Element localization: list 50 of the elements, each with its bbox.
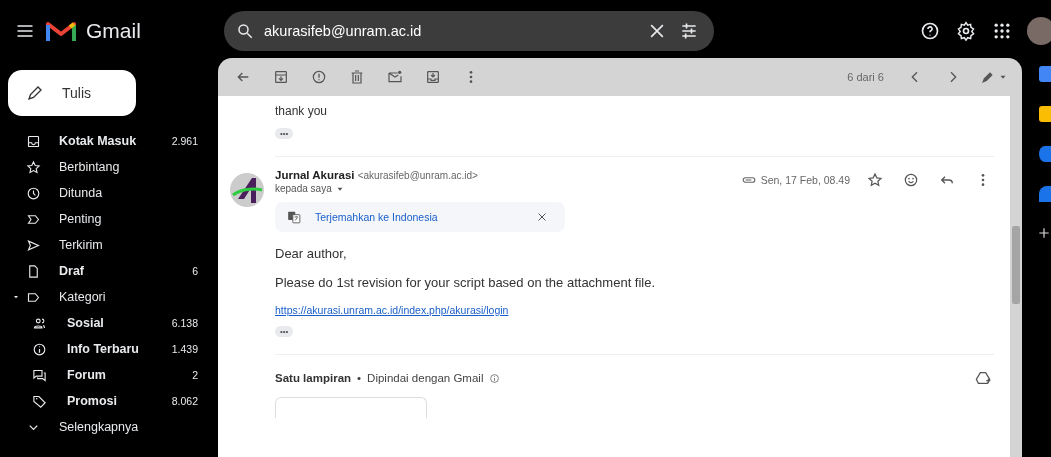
previous-message-text: thank you (275, 104, 329, 118)
forum-icon (32, 367, 47, 383)
star-icon (26, 159, 41, 175)
translate-link[interactable]: Terjemahkan ke Indonesia (315, 211, 517, 223)
show-trimmed-button[interactable]: ••• (275, 326, 294, 337)
recipient-dropdown[interactable]: kepada saya (275, 183, 742, 194)
sidebar-item[interactable]: Promosi 8.062 (0, 388, 218, 414)
tag-icon (32, 393, 47, 409)
envelope-logo-icon (46, 19, 76, 43)
avatar[interactable] (1027, 17, 1051, 45)
message-date: Sen, 17 Feb, 08.49 (760, 174, 850, 186)
sidebar-item[interactable]: Info Terbaru 1.439 (0, 336, 218, 362)
sidebar-item[interactable]: Selengkapnya (0, 414, 218, 440)
search-field[interactable]: akurasifeb@unram.ac.id (224, 11, 714, 51)
attachment-thumbnail[interactable] (275, 397, 427, 418)
compose-button[interactable]: Tulis (8, 70, 136, 116)
login-link[interactable]: https://akurasi.unram.ac.id/index.php/akurasi/login (275, 304, 994, 316)
show-trimmed-button[interactable]: ••• (275, 128, 294, 139)
pager-text: 6 dari 6 (847, 71, 884, 83)
send-icon (26, 237, 41, 253)
add-icon[interactable] (1037, 226, 1051, 240)
sidebar-item[interactable]: Forum 2 (0, 362, 218, 388)
sidebar-item[interactable]: Kategori (0, 284, 218, 310)
sidebar-item[interactable]: Terkirim (0, 232, 218, 258)
inbox-icon (26, 133, 41, 149)
sidebar-item[interactable]: Draf 6 (0, 258, 218, 284)
pencil-icon (26, 84, 44, 102)
sender-logo-icon (230, 173, 264, 207)
scrollbar-thumb[interactable] (1012, 226, 1020, 304)
file-icon (26, 263, 41, 279)
body-paragraph: Please do 1st revision for your script based on the attachment file. (275, 275, 657, 290)
attachment-count: Satu lampiran (275, 372, 352, 384)
search-icon (236, 22, 254, 40)
sidebar-item[interactable]: Ditunda (0, 180, 218, 206)
help-icon[interactable] (919, 20, 941, 42)
sender-line: Jurnal Akurasi <akurasifeb@unram.ac.id> (275, 169, 479, 181)
sidebar-item[interactable]: Berbintang (0, 154, 218, 180)
sidebar-item[interactable]: Kotak Masuk 2.961 (0, 128, 218, 154)
settings-icon[interactable] (955, 20, 977, 42)
separator-dot: • (357, 372, 362, 384)
info-icon (489, 372, 501, 384)
info-icon (32, 341, 47, 357)
sidebar-item[interactable]: Penting (0, 206, 218, 232)
scan-note: Dipindai dengan Gmail (367, 372, 484, 384)
app-name: Gmail (86, 19, 141, 43)
body-paragraph: Dear author, (275, 246, 348, 261)
translate-icon (287, 210, 301, 224)
expand-caret-icon[interactable] (12, 293, 20, 301)
clock-icon (26, 185, 41, 201)
sidebar-item[interactable]: Sosial 6.138 (0, 310, 218, 336)
